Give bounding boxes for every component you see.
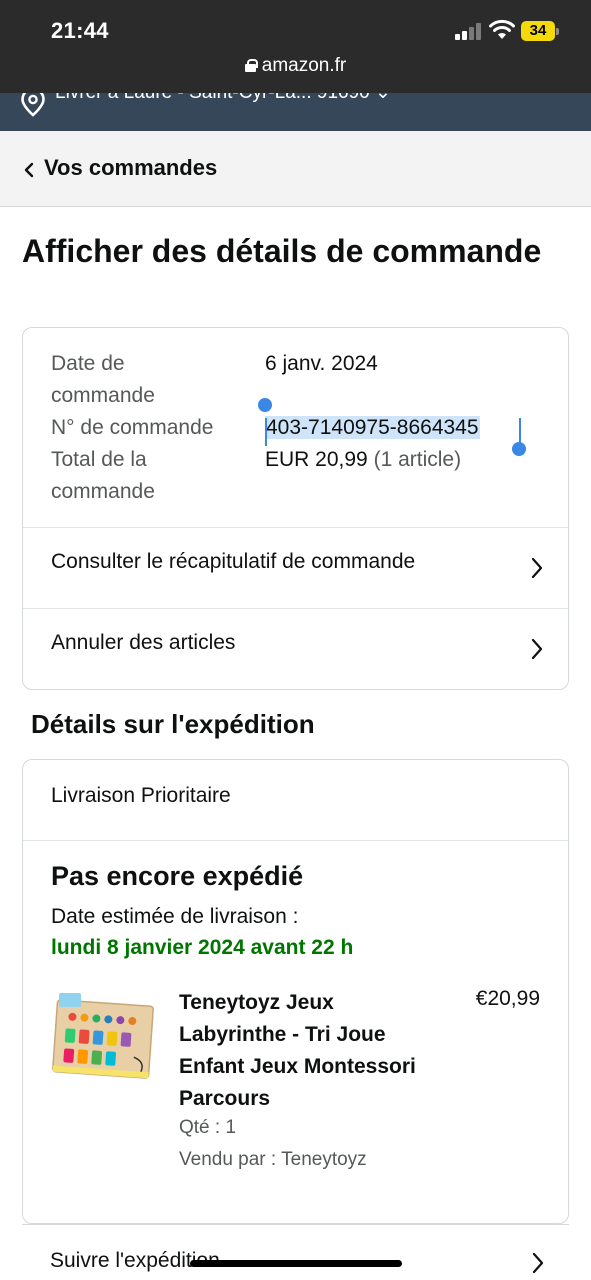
- delivery-location-text: Livrer à Laure - Saint-Cyr-La... 91690 ⌄: [55, 93, 391, 104]
- breadcrumb-label[interactable]: Vos commandes: [44, 155, 217, 181]
- shipping-method: Livraison Prioritaire: [51, 784, 231, 807]
- order-number-label: N° de commande: [51, 416, 214, 439]
- status-bar: 21:44 34 amazon.fr: [0, 0, 591, 93]
- chevron-left-icon: [24, 162, 34, 178]
- order-total-value: EUR 20,99 (1 article): [265, 444, 461, 476]
- shipping-method-section: Livraison Prioritaire: [23, 760, 568, 841]
- signal-icon: [455, 22, 483, 40]
- estimated-delivery-label: Date estimée de livraison :: [51, 905, 299, 928]
- cancel-items-link[interactable]: Annuler des articles: [23, 609, 568, 689]
- status-time: 21:44: [51, 18, 109, 43]
- lock-icon: [244, 59, 258, 72]
- chevron-right-icon: [531, 638, 543, 660]
- selection-start-handle[interactable]: [258, 398, 272, 412]
- product-seller: Vendu par : Teneytoyz: [179, 1149, 367, 1170]
- selection-end-handle[interactable]: [512, 442, 526, 456]
- chevron-right-icon: [532, 1252, 544, 1274]
- delivery-location-bar[interactable]: Livrer à Laure - Saint-Cyr-La... 91690 ⌄: [0, 93, 591, 131]
- shipment-card: Livraison Prioritaire Pas encore expédié…: [22, 759, 569, 1224]
- order-date-label: Date de commande: [51, 352, 155, 407]
- home-indicator[interactable]: [190, 1260, 402, 1267]
- product-price: €20,99: [475, 987, 540, 1010]
- battery-icon: 34: [521, 21, 559, 41]
- order-number-selection[interactable]: 403-7140975-8664345: [265, 416, 480, 439]
- shipping-heading: Détails sur l'expédition: [31, 709, 315, 739]
- breadcrumb[interactable]: Vos commandes: [0, 131, 591, 207]
- order-total-note: (1 article): [373, 448, 462, 471]
- order-summary-card: Date de commande 6 janv. 2024 N° de comm…: [22, 327, 569, 690]
- product-quantity: Qté : 1: [179, 1117, 237, 1138]
- cancel-items-link-label: Annuler des articles: [51, 631, 236, 654]
- product-thumbnail[interactable]: [51, 989, 157, 1095]
- order-total-amount: EUR 20,99: [265, 448, 368, 471]
- order-date-value: 6 janv. 2024: [265, 352, 378, 375]
- location-pin-icon: [21, 93, 45, 117]
- order-summary-link-label: Consulter le récapitulatif de commande: [51, 550, 416, 573]
- product-title[interactable]: Teneytoyz Jeux Labyrinthe - Tri Joue Enf…: [179, 987, 429, 1115]
- estimated-delivery-date: lundi 8 janvier 2024 avant 22 h: [51, 936, 354, 959]
- shipment-status: Pas encore expédié: [51, 861, 304, 891]
- order-number-value[interactable]: 403-7140975-8664345: [265, 412, 480, 444]
- order-summary-link[interactable]: Consulter le récapitulatif de commande: [23, 528, 568, 609]
- page-title: Afficher des détails de commande: [22, 233, 542, 269]
- selection-start-line: [265, 418, 267, 446]
- battery-level: 34: [521, 21, 555, 41]
- url-bar[interactable]: amazon.fr: [0, 55, 591, 77]
- order-total-label: Total de la commande: [51, 448, 155, 503]
- chevron-right-icon: [531, 557, 543, 579]
- order-info-section: Date de commande 6 janv. 2024 N° de comm…: [23, 328, 568, 528]
- url-text: amazon.fr: [261, 55, 347, 76]
- track-shipment-link[interactable]: Suivre l'expédition: [22, 1224, 569, 1280]
- wifi-icon: [489, 19, 515, 39]
- shipment-details-section: Pas encore expédié Date estimée de livra…: [23, 841, 568, 1223]
